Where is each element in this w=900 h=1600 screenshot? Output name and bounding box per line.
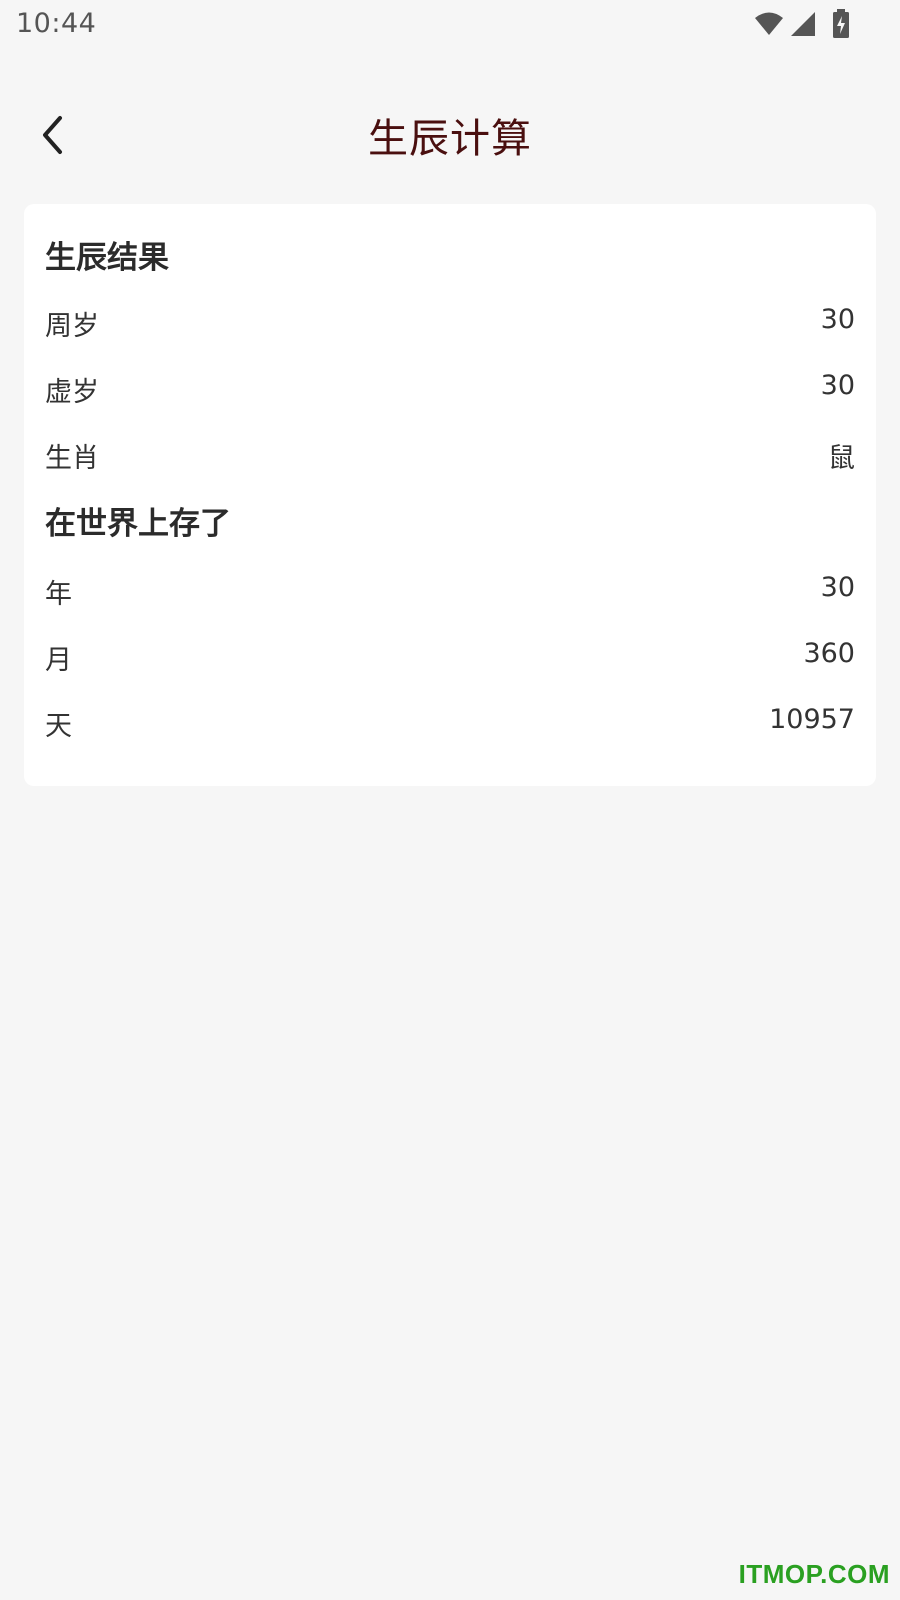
result-row-zodiac: 生肖 鼠 — [45, 436, 855, 476]
lived-row-years: 年 30 — [45, 572, 855, 612]
app-header: 生辰计算 — [0, 90, 900, 180]
wifi-icon — [754, 11, 784, 37]
row-label: 月 — [45, 645, 72, 676]
row-label: 虚岁 — [45, 377, 99, 408]
result-row-age: 周岁 30 — [45, 304, 855, 344]
row-value: 30 — [820, 370, 855, 401]
signal-icon — [790, 11, 816, 37]
status-time: 10:44 — [16, 8, 97, 39]
status-bar: 10:44 — [0, 0, 900, 48]
battery-charging-icon — [832, 9, 850, 39]
result-section-title: 生辰结果 — [45, 240, 169, 276]
row-value: 360 — [803, 638, 855, 669]
lived-row-days: 天 10957 — [45, 704, 855, 744]
result-row-nominal-age: 虚岁 30 — [45, 370, 855, 410]
result-card: 生辰结果 周岁 30 虚岁 30 生肖 鼠 在世界上存了 年 30 月 360 … — [24, 204, 876, 786]
row-value: 30 — [820, 572, 855, 603]
row-label: 周岁 — [45, 311, 99, 342]
lived-section-title: 在世界上存了 — [45, 506, 231, 542]
status-icons — [754, 9, 850, 39]
row-value: 30 — [820, 304, 855, 335]
page-title: 生辰计算 — [368, 116, 532, 162]
row-value: 10957 — [769, 704, 855, 735]
lived-row-months: 月 360 — [45, 638, 855, 678]
row-label: 天 — [45, 711, 72, 742]
watermark: ITMOP.COM — [738, 1559, 890, 1589]
row-label: 年 — [45, 579, 72, 610]
row-label: 生肖 — [45, 443, 99, 474]
row-value: 鼠 — [828, 443, 855, 474]
